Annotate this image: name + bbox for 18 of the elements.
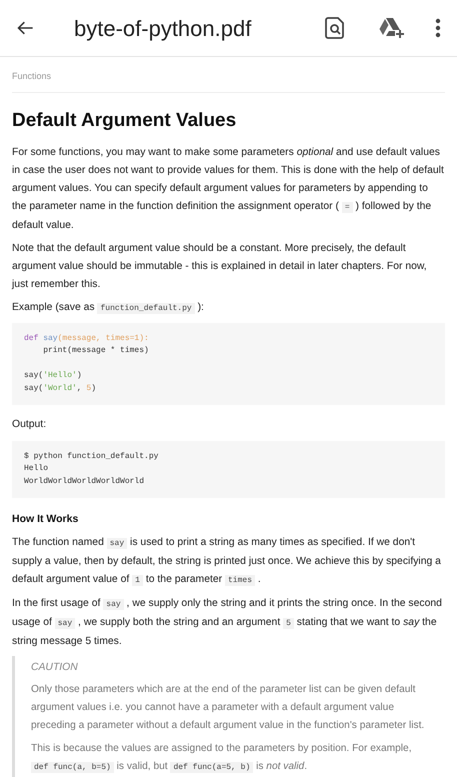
document-title: byte-of-python.pdf xyxy=(74,14,252,43)
document-search-icon[interactable] xyxy=(325,17,345,39)
caution-title: CAUTION xyxy=(31,660,79,675)
more-options-icon[interactable] xyxy=(435,18,441,38)
paragraph: Example (save as function_default.py ): xyxy=(12,300,205,316)
breadcrumb: Functions xyxy=(12,71,52,81)
paragraph: The function named say is used to print a string as many times as specified. If we don't supply a value, then by default, the string is printed just once. We achieve this by specifying a default argument value of 1 to the parameter times . xyxy=(12,536,442,588)
drive-add-icon[interactable] xyxy=(379,17,405,39)
note-paragraph: This is because the values are assigned to the parameters by position. For example, def func(a, b=5) is valid, but def func(a=5, b) is not valid. xyxy=(31,742,413,776)
section-heading: Default Argument Values xyxy=(12,109,238,133)
code-block: $ python function_default.py Hello WorldWorldWorldWorldWorld xyxy=(12,440,445,498)
paragraph: Note that the default argument value should be a constant. More precisely, the default argument value should be immutable - this is explained in detail in later chapters. For now, just remember this. xyxy=(12,242,428,292)
output-label: Output: xyxy=(12,418,48,432)
paragraph: For some functions, you may want to make some parameters optional and use default values in case the user does not want to provide values for them. This is done with the help of default argument values. You can specify default argument values for parameters by appending to the parameter name in the function definition the assignment operator ( = ) followed by the default value. xyxy=(12,146,445,232)
note-paragraph: Only those parameters which are at the end of the parameter list can be given default argument values i.e. you cannot have a parameter with a default argument value preceding a parameter without a default argument value in the function's parameter list. xyxy=(31,683,426,734)
paragraph: In the first usage of say , we supply only the string and it prints the string once. In the second usage of say , we supply both the string and an argument 5 stating that we want to say the string message 5 times. xyxy=(12,596,443,649)
code-block: def say(message, times=1): print(message * times) say('Hello') say('World', 5) xyxy=(12,322,445,405)
subheading: How It Works xyxy=(12,512,80,528)
